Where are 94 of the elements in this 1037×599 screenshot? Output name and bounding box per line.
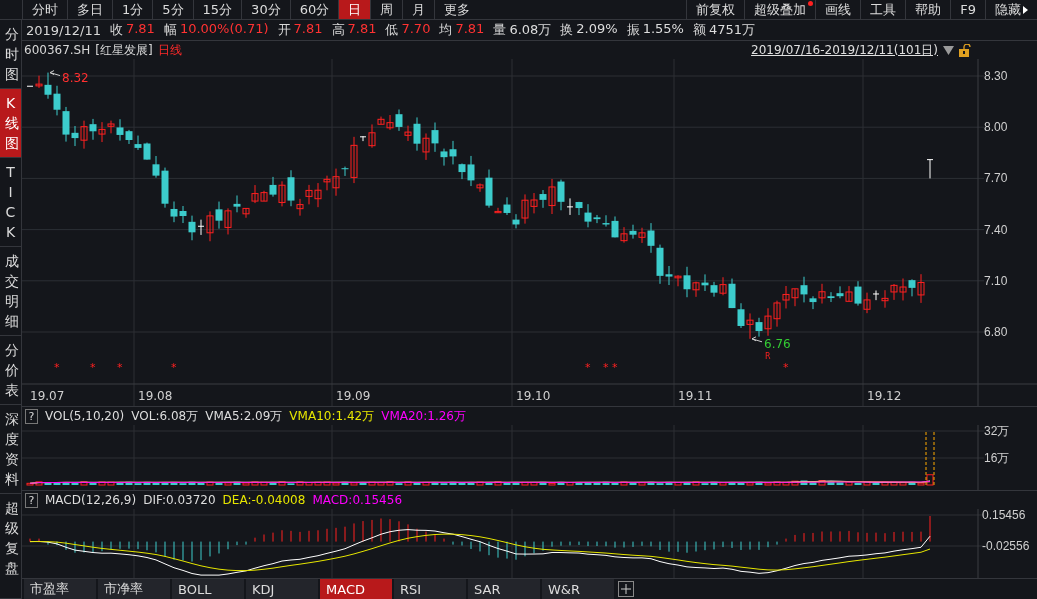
price-annotation: 8.32 <box>62 70 89 85</box>
indicator-tab[interactable]: 市净率 <box>98 579 170 599</box>
help-button[interactable]: ? <box>25 408 38 424</box>
quote-label: 均 <box>439 21 453 39</box>
period-label: 日线 <box>157 41 182 59</box>
signal-mark: * <box>90 361 96 374</box>
indicator-tab[interactable]: BOLL <box>172 579 244 599</box>
toolbar-button[interactable]: 帮助 <box>905 0 951 19</box>
period-tab[interactable]: 5分 <box>152 0 193 19</box>
toolbar-button[interactable]: 超级叠加 <box>744 0 816 19</box>
period-tab[interactable]: 更多 <box>434 0 480 19</box>
quote-value: 10.00%(0.71) <box>179 21 269 38</box>
quote-date: 2019/12/11 <box>26 22 101 38</box>
quote-value: 7.81 <box>293 21 323 38</box>
quote-label: 低 <box>385 21 399 39</box>
legend-text: VOL:6.08万 <box>131 407 199 425</box>
stock-name: [红星发展] <box>95 41 153 59</box>
indicator-tab[interactable]: KDJ <box>246 579 318 599</box>
date-label: 19.07 <box>30 389 65 403</box>
quote-label: 额 <box>692 21 706 39</box>
indicator-tab[interactable]: 市盈率 <box>24 579 96 599</box>
axis-label: 8.00 <box>984 120 1008 135</box>
legend-text: VMA20:1.26万 <box>381 407 466 425</box>
signal-mark: * <box>612 361 618 374</box>
quote-value: 6.08万 <box>509 21 552 39</box>
toolbar-button[interactable]: 画线 <box>815 0 861 19</box>
help-button[interactable]: ? <box>25 492 38 508</box>
signal-mark: * <box>171 361 177 374</box>
signal-mark: * <box>603 361 609 374</box>
date-label: 19.09 <box>336 389 371 403</box>
toolbar-button[interactable]: 前复权 <box>686 0 745 19</box>
quote-label: 开 <box>277 21 291 39</box>
period-tab[interactable]: 多日 <box>67 0 112 19</box>
side-tab[interactable]: TICK <box>0 158 21 247</box>
side-tab[interactable]: 成交明细 <box>0 247 21 336</box>
quote-label: 高 <box>331 21 345 39</box>
signal-mark: * <box>783 361 789 374</box>
date-range-link[interactable]: 2019/07/16-2019/12/11(101日) <box>751 41 938 59</box>
axis-label: 7.40 <box>984 222 1008 237</box>
indicator-tab[interactable]: W&R <box>542 579 614 599</box>
axis-label: 7.70 <box>984 171 1008 186</box>
period-tab[interactable]: 分时 <box>22 0 67 19</box>
period-tab[interactable]: 周 <box>370 0 403 19</box>
axis-label: 7.10 <box>984 273 1008 288</box>
legend-text: MACD:0.15456 <box>312 493 403 507</box>
side-tab[interactable]: 超级复盘 <box>0 494 21 599</box>
axis-label: 6.80 <box>984 325 1008 339</box>
quote-value: 7.81 <box>455 21 485 38</box>
price-annotation: 6.76 <box>764 336 791 351</box>
period-tab[interactable]: 15分 <box>192 0 242 19</box>
signal-mark: R <box>765 352 771 361</box>
legend-text: VMA5:2.09万 <box>205 407 283 425</box>
quote-label: 收 <box>109 21 123 39</box>
quote-label: 幅 <box>163 21 177 39</box>
date-label: 19.11 <box>678 389 713 403</box>
axis-label: 16万 <box>984 451 1010 465</box>
quote-value: 1.55% <box>642 21 684 38</box>
side-tab[interactable]: 深度资料 <box>0 405 21 494</box>
quote-label: 振 <box>626 21 640 39</box>
quote-value: 2.09% <box>576 21 618 38</box>
quote-value: 7.81 <box>125 21 155 38</box>
quote-value: 7.81 <box>347 21 377 38</box>
date-label: 19.08 <box>138 389 173 403</box>
period-tab[interactable]: 1分 <box>112 0 153 19</box>
signal-mark: * <box>585 361 591 374</box>
quote-label: 量 <box>493 21 507 39</box>
axis-label: 0.15456 <box>982 509 1026 522</box>
period-tab[interactable]: 日 <box>338 0 371 19</box>
indicator-tab[interactable]: RSI <box>394 579 466 599</box>
legend-text: DEA:-0.04008 <box>222 493 306 507</box>
axis-label: 8.30 <box>984 69 1008 83</box>
signal-mark: * <box>54 361 60 374</box>
signal-mark: * <box>117 361 123 374</box>
toolbar-button[interactable]: F9 <box>950 0 985 19</box>
indicator-tab[interactable]: SAR <box>468 579 540 599</box>
toolbar-button[interactable]: 工具 <box>860 0 906 19</box>
quote-value: 4751万 <box>708 21 756 39</box>
date-label: 19.10 <box>516 389 551 403</box>
period-tab[interactable]: 30分 <box>241 0 290 19</box>
indicator-tab[interactable]: MACD <box>320 579 392 599</box>
legend-text: MACD(12,26,9) <box>45 493 137 507</box>
menu-button[interactable]: 隐藏 <box>985 0 1037 19</box>
axis-label: -0.02556 <box>982 539 1030 553</box>
date-label: 19.12 <box>867 389 902 403</box>
quote-value: 7.70 <box>401 21 431 38</box>
side-tab[interactable]: 分价表 <box>0 336 21 405</box>
period-tab[interactable]: 月 <box>402 0 435 19</box>
legend-text: VMA10:1.42万 <box>289 407 375 425</box>
legend-text: VOL(5,10,20) <box>45 409 125 423</box>
axis-label: 32万 <box>984 425 1010 438</box>
stock-code: 600367.SH <box>24 43 91 57</box>
legend-text: DIF:0.03720 <box>143 493 216 507</box>
quote-label: 换 <box>560 21 574 39</box>
side-tab[interactable]: K线图 <box>0 89 21 158</box>
